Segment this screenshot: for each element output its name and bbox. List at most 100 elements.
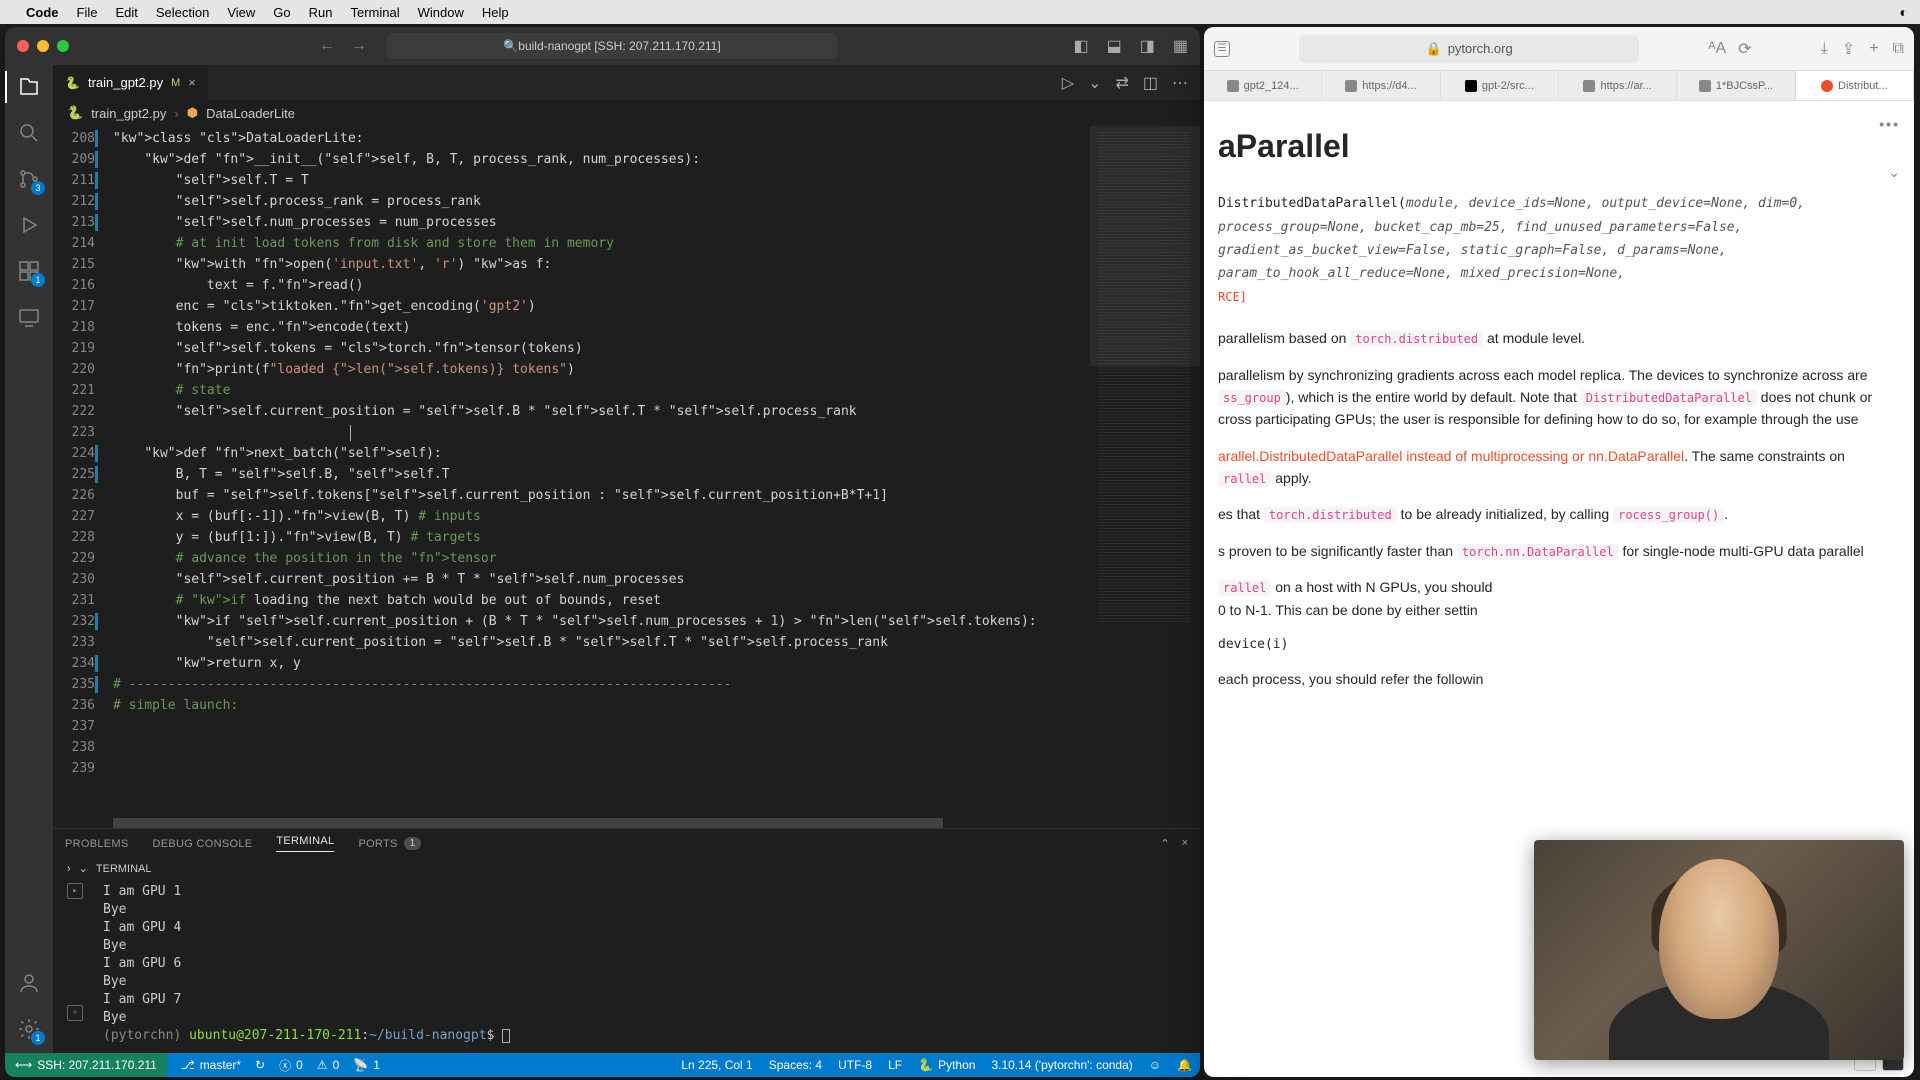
tab-train-gpt2[interactable]: 🐍 train_gpt2.py M × xyxy=(53,65,209,100)
git-branch[interactable]: ⎇master* xyxy=(181,1058,241,1072)
accounts-icon[interactable] xyxy=(17,971,41,995)
address-bar[interactable]: 🔒 pytorch.org xyxy=(1299,35,1639,63)
doc-paragraph: parallelism based on torch.distributed a… xyxy=(1218,327,1900,349)
doc-paragraph: es that torch.distributed to be already … xyxy=(1218,503,1900,525)
menu-terminal[interactable]: Terminal xyxy=(351,5,400,20)
scrollbar-thumb[interactable] xyxy=(113,818,943,828)
browser-tab[interactable]: gpt-2/src... xyxy=(1441,71,1559,100)
menu-selection[interactable]: Selection xyxy=(156,5,209,20)
menu-go[interactable]: Go xyxy=(273,5,290,20)
status-bar: ⟷ SSH: 207.211.170.211 ⎇master* ↻ ⓧ0 ⚠0 … xyxy=(5,1053,1200,1077)
minimap[interactable] xyxy=(1090,126,1200,828)
search-icon[interactable] xyxy=(17,121,41,145)
extensions-icon[interactable]: 1 xyxy=(17,259,41,283)
nav-back-icon[interactable]: ← xyxy=(319,37,335,55)
layout-panel-right-icon[interactable]: ◨ xyxy=(1140,36,1155,56)
warning-link[interactable]: arallel.DistributedDataParallel instead … xyxy=(1218,448,1684,464)
tabs-overview-icon[interactable]: ⧉ xyxy=(1893,40,1904,58)
browser-tab[interactable]: Distribut... xyxy=(1796,71,1914,100)
close-window-icon[interactable] xyxy=(17,40,29,52)
panel-maximize-icon[interactable]: ⌃ xyxy=(1160,837,1169,850)
run-debug-icon[interactable] xyxy=(17,213,41,237)
terminal-label: TERMINAL xyxy=(96,863,152,875)
breadcrumb-symbol[interactable]: DataLoaderLite xyxy=(206,106,295,121)
term-prompt: (pytorchn) ubuntu@207-211-170-211:~/buil… xyxy=(103,1027,1186,1045)
indentation[interactable]: Spaces: 4 xyxy=(769,1058,822,1072)
favicon-icon xyxy=(1345,80,1357,92)
remote-indicator[interactable]: ⟷ SSH: 207.211.170.211 xyxy=(5,1053,167,1077)
share-icon[interactable]: ⇪ xyxy=(1842,39,1855,59)
menu-window[interactable]: Window xyxy=(418,5,464,20)
python-interpreter[interactable]: 3.10.14 ('pytorchn': conda) xyxy=(991,1058,1132,1072)
source-link[interactable]: RCE] xyxy=(1218,290,1247,304)
breadcrumb[interactable]: 🐍 train_gpt2.py › ⬢ DataLoaderLite xyxy=(53,100,1200,126)
layout-panel-bottom-icon[interactable]: ⬓ xyxy=(1107,36,1122,56)
errors-count[interactable]: ⓧ0 xyxy=(279,1057,303,1074)
eol[interactable]: LF xyxy=(888,1058,902,1072)
tab-close-icon[interactable]: × xyxy=(188,75,196,90)
more-actions-icon[interactable]: ⋯ xyxy=(1172,73,1188,93)
nav-forward-icon[interactable]: → xyxy=(351,37,367,55)
encoding[interactable]: UTF-8 xyxy=(838,1058,872,1072)
browser-tab[interactable]: https://ar... xyxy=(1559,71,1677,100)
layout-customize-icon[interactable]: ▦ xyxy=(1173,36,1188,56)
code-content[interactable]: "kw">class "cls">DataLoaderLite: "kw">de… xyxy=(113,126,1090,828)
scm-badge: 3 xyxy=(31,181,45,195)
layout-panel-left-icon[interactable]: ◧ xyxy=(1074,36,1089,56)
feedback-icon[interactable]: ☺ xyxy=(1149,1058,1161,1072)
more-menu-icon[interactable]: ••• xyxy=(1879,113,1900,135)
webcam-overlay[interactable] xyxy=(1534,840,1904,1060)
maximize-window-icon[interactable] xyxy=(57,40,69,52)
run-dropdown-icon[interactable]: ⌄ xyxy=(1088,73,1101,93)
compare-changes-icon[interactable]: ⇄ xyxy=(1115,73,1128,93)
remote-explorer-icon[interactable] xyxy=(17,305,41,329)
notifications-icon[interactable]: 🔔 xyxy=(1177,1058,1192,1072)
menu-help[interactable]: Help xyxy=(482,5,509,20)
minimize-window-icon[interactable] xyxy=(37,40,49,52)
split-editor-icon[interactable]: ◫ xyxy=(1143,73,1158,93)
terminal-session-icon[interactable]: ▸ xyxy=(67,883,83,899)
browser-tab[interactable]: https://d4... xyxy=(1322,71,1440,100)
source-control-icon[interactable]: 3 xyxy=(17,167,41,191)
titlebar: ← → 🔍 build-nanogpt [SSH: 207.211.170.21… xyxy=(5,27,1200,65)
breadcrumb-file[interactable]: train_gpt2.py xyxy=(91,106,166,121)
browser-tab[interactable]: gpt2_124... xyxy=(1204,71,1322,100)
reader-icon[interactable]: ᴬA xyxy=(1708,40,1726,58)
reload-icon[interactable]: ⟳ xyxy=(1738,39,1751,59)
warnings-count[interactable]: ⚠0 xyxy=(317,1058,339,1072)
status-icon[interactable]: ◐ xyxy=(1900,4,1908,20)
app-name[interactable]: Code xyxy=(26,5,59,20)
sidebar-toggle-icon[interactable]: ☰ xyxy=(1214,41,1230,57)
terminal-config-icon[interactable]: ⚬ xyxy=(67,1005,83,1021)
menu-edit[interactable]: Edit xyxy=(115,5,137,20)
minimap-viewport[interactable] xyxy=(1090,126,1200,366)
window-title: build-nanogpt [SSH: 207.211.170.211] xyxy=(518,39,720,53)
download-icon[interactable]: ⤓ xyxy=(1821,40,1828,58)
favicon-icon xyxy=(1583,80,1595,92)
explorer-icon[interactable] xyxy=(17,75,41,99)
horizontal-scrollbar[interactable] xyxy=(113,818,1090,828)
sync-button[interactable]: ↻ xyxy=(255,1058,265,1072)
menu-view[interactable]: View xyxy=(227,5,255,20)
menu-file[interactable]: File xyxy=(77,5,98,20)
cursor-position[interactable]: Ln 225, Col 1 xyxy=(681,1058,752,1072)
forwarded-ports[interactable]: 📡1 xyxy=(353,1058,380,1072)
panel-close-icon[interactable]: × xyxy=(1182,837,1188,850)
tab-debug-console[interactable]: DEBUG CONSOLE xyxy=(153,838,253,850)
new-tab-icon[interactable]: + xyxy=(1869,40,1878,58)
browser-tab[interactable]: 1*BJCssP... xyxy=(1677,71,1795,100)
tab-ports[interactable]: PORTS xyxy=(358,838,397,850)
menu-run[interactable]: Run xyxy=(309,5,333,20)
command-center[interactable]: 🔍 build-nanogpt [SSH: 207.211.170.211] xyxy=(387,33,837,59)
chevron-right-icon[interactable]: › xyxy=(67,863,71,875)
terminal-output[interactable]: ▸ ⚬ I am GPU 1 Bye I am GPU 4 Bye I am G… xyxy=(53,879,1200,1053)
tab-terminal[interactable]: TERMINAL xyxy=(276,835,334,852)
code-editor[interactable]: 2082092112122132142152162172182192202212… xyxy=(53,126,1200,828)
language-mode[interactable]: 🐍Python xyxy=(918,1058,975,1072)
collapse-icon[interactable]: ⌄ xyxy=(1888,161,1900,183)
run-file-icon[interactable]: ▷ xyxy=(1062,73,1074,93)
chevron-down-icon[interactable]: ⌄ xyxy=(79,862,88,875)
tab-problems[interactable]: PROBLEMS xyxy=(65,838,129,850)
panel-tabs: PROBLEMS DEBUG CONSOLE TERMINAL PORTS 1 … xyxy=(53,829,1200,858)
settings-gear-icon[interactable]: 1 xyxy=(17,1017,41,1041)
